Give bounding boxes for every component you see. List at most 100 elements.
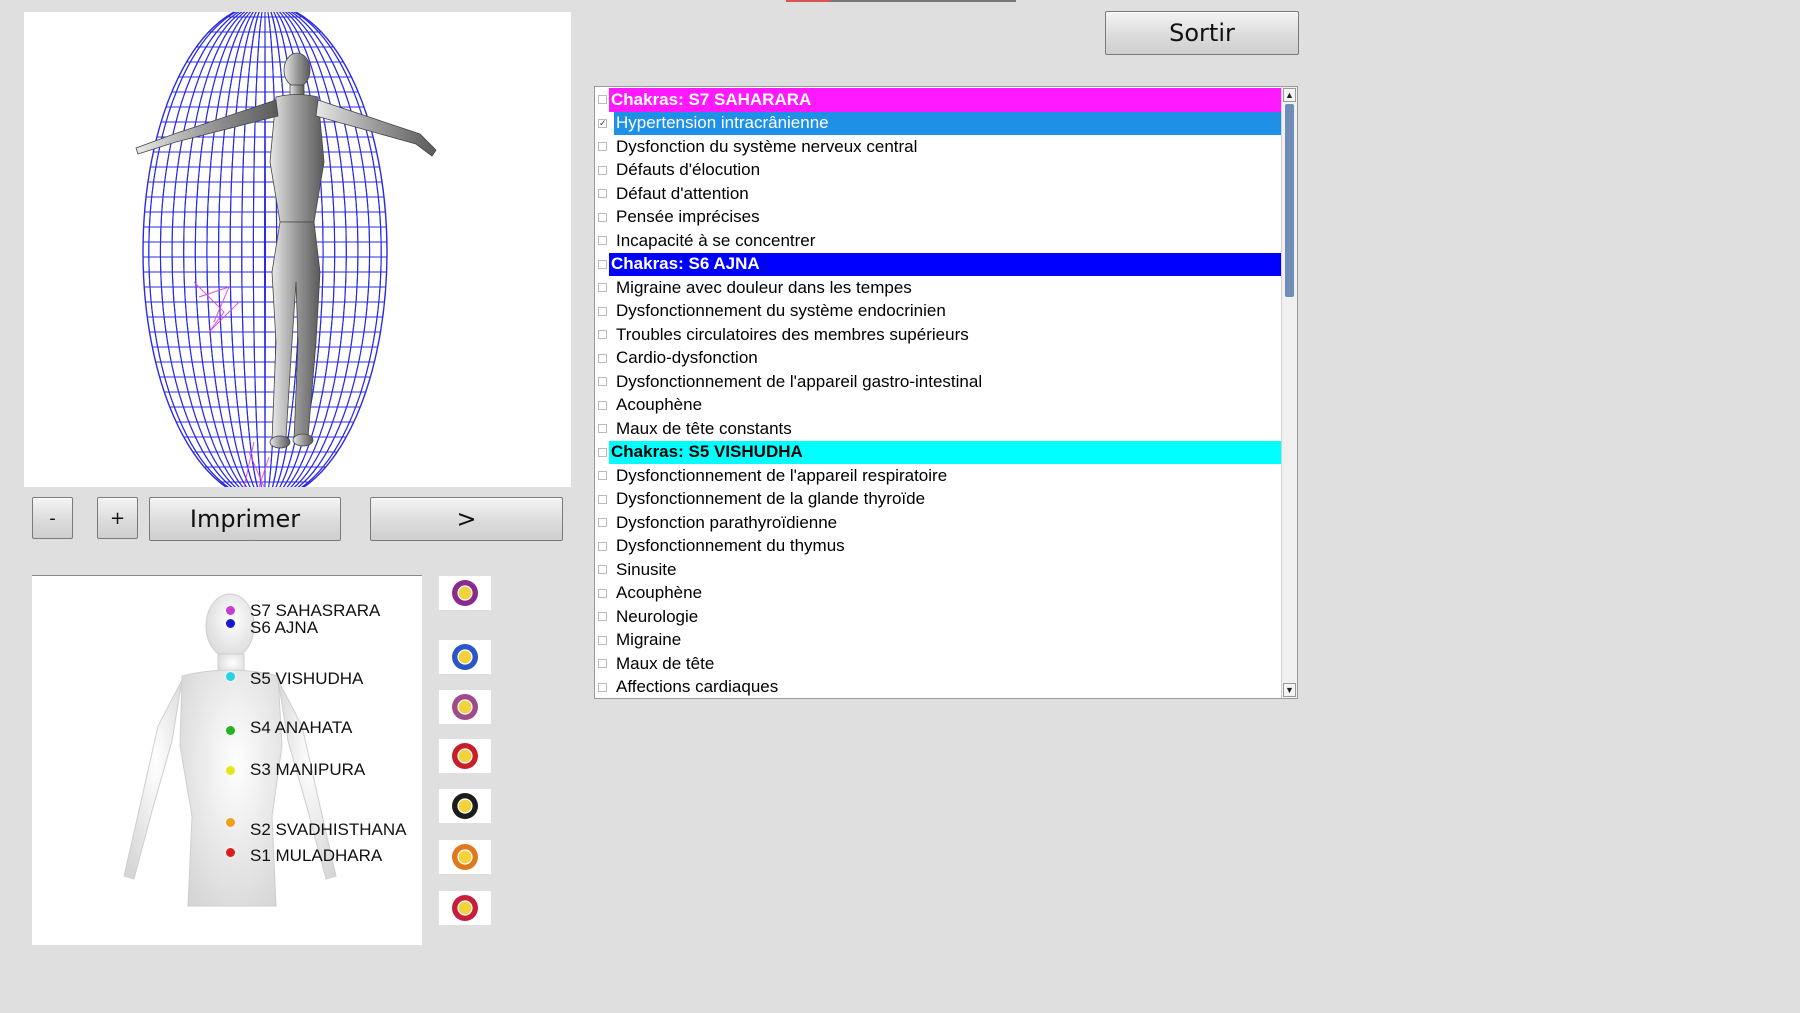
zoom-out-button[interactable]: -	[32, 497, 73, 539]
list-scrollbar[interactable]: ▲ ▼	[1281, 87, 1297, 698]
list-item[interactable]: Maux de tête constants	[595, 417, 1281, 441]
anahata-symbol-icon[interactable]	[439, 739, 491, 773]
list-group-header[interactable]: Chakras: S5 VISHUDHA	[595, 440, 1281, 464]
svadhisthana-symbol-icon[interactable]	[439, 840, 491, 874]
scroll-down-arrow-icon[interactable]: ▼	[1283, 683, 1296, 697]
item-checkbox[interactable]	[598, 189, 607, 199]
next-button[interactable]: >	[370, 497, 563, 541]
list-item[interactable]: Troubles circulatoires des membres supér…	[595, 323, 1281, 347]
item-checkbox[interactable]	[598, 353, 607, 363]
item-checkbox[interactable]	[598, 236, 607, 246]
list-group-header[interactable]: Chakras: S6 AJNA	[595, 252, 1281, 276]
item-checkbox[interactable]	[598, 142, 607, 152]
item-checkbox[interactable]	[598, 518, 607, 528]
item-checkbox[interactable]: ✓	[598, 118, 607, 128]
symptom-list[interactable]: Chakras: S7 SAHARARA ✓ Hypertension intrac…	[594, 86, 1298, 699]
scroll-thumb[interactable]	[1285, 104, 1294, 297]
list-item[interactable]: ✓ Hypertension intracrânienne	[595, 111, 1281, 135]
list-item[interactable]: Neurologie	[595, 605, 1281, 629]
vishudha-symbol-icon[interactable]	[439, 690, 491, 724]
list-item[interactable]: Affections cardiaques	[595, 676, 1281, 699]
item-checkbox[interactable]	[598, 165, 607, 175]
chakra-dot-s1	[226, 848, 235, 857]
item-checkbox[interactable]	[598, 95, 607, 105]
list-item[interactable]: Dysfonction parathyroïdienne	[595, 511, 1281, 535]
list-item[interactable]: Cardio-dysfonction	[595, 347, 1281, 371]
item-checkbox[interactable]	[598, 424, 607, 434]
list-item[interactable]: Dysfonction du système nerveux central	[595, 135, 1281, 159]
item-label: Maux de tête	[616, 653, 715, 673]
manipura-symbol-icon[interactable]	[439, 789, 491, 823]
item-label: Neurologie	[616, 606, 699, 626]
item-label: Hypertension intracrânienne	[614, 111, 1281, 135]
item-label: Dysfonctionnement de l'appareil gastro-i…	[616, 371, 983, 391]
list-item[interactable]: Dysfonctionnement de la glande thyroïde	[595, 488, 1281, 512]
item-checkbox[interactable]	[598, 377, 607, 387]
item-checkbox[interactable]	[598, 306, 607, 316]
item-checkbox[interactable]	[598, 259, 607, 269]
item-checkbox[interactable]	[598, 494, 607, 504]
chakra-label-s6: S6 AJNA	[250, 618, 319, 637]
item-label: Affections cardiaques	[616, 677, 779, 697]
list-item[interactable]: Pensée imprécises	[595, 206, 1281, 230]
item-label: Dysfonctionnement du système endocrinien	[616, 301, 946, 321]
item-label: Acouphène	[616, 395, 703, 415]
item-label: Dysfonction du système nerveux central	[616, 136, 918, 156]
group-header-label: Chakras: S7 SAHARARA	[609, 88, 1281, 112]
top-progress-fill	[786, 0, 830, 2]
item-checkbox[interactable]	[598, 283, 607, 293]
chakra-label-s2: S2 SVADHISTHANA	[250, 820, 407, 839]
ajna-symbol-icon[interactable]	[439, 640, 491, 674]
exit-button[interactable]: Sortir	[1105, 11, 1299, 55]
chakra-body-map: S7 SAHASRARA S6 AJNA S5 VISHUDHA S4 ANAH…	[32, 575, 422, 945]
list-item[interactable]: Défaut d'attention	[595, 182, 1281, 206]
zoom-in-button[interactable]: +	[97, 497, 138, 539]
item-checkbox[interactable]	[598, 635, 607, 645]
item-checkbox[interactable]	[598, 330, 607, 340]
body-3d-viewer[interactable]	[24, 12, 571, 487]
chakra-dot-s4	[226, 726, 235, 735]
list-item[interactable]: Acouphène	[595, 582, 1281, 606]
item-checkbox[interactable]	[598, 447, 607, 457]
item-label: Défauts d'élocution	[616, 160, 761, 180]
list-item[interactable]: Maux de tête	[595, 652, 1281, 676]
sahasrara-symbol-icon[interactable]	[439, 576, 491, 610]
list-item[interactable]: Migraine avec douleur dans les tempes	[595, 276, 1281, 300]
item-checkbox[interactable]	[598, 400, 607, 410]
list-item[interactable]: Dysfonctionnement du système endocrinien	[595, 300, 1281, 324]
list-item[interactable]: Dysfonctionnement de l'appareil respirat…	[595, 464, 1281, 488]
item-label: Acouphène	[616, 583, 703, 603]
human-model	[135, 52, 437, 449]
item-checkbox[interactable]	[598, 212, 607, 222]
print-button[interactable]: Imprimer	[149, 497, 341, 541]
item-label: Dysfonctionnement de l'appareil respirat…	[616, 465, 948, 485]
chakra-dot-s5	[226, 672, 235, 681]
scroll-up-arrow-icon[interactable]: ▲	[1283, 88, 1296, 102]
list-item[interactable]: Défauts d'élocution	[595, 159, 1281, 183]
group-header-label: Chakras: S5 VISHUDHA	[609, 440, 1281, 464]
item-label: Défaut d'attention	[616, 183, 749, 203]
item-checkbox[interactable]	[598, 471, 607, 481]
item-checkbox[interactable]	[598, 682, 607, 692]
muladhara-symbol-icon[interactable]	[439, 891, 491, 925]
item-label: Sinusite	[616, 559, 677, 579]
chakra-label-s5: S5 VISHUDHA	[250, 669, 364, 688]
item-checkbox[interactable]	[598, 612, 607, 622]
item-label: Migraine	[616, 630, 682, 650]
list-item[interactable]: Migraine	[595, 629, 1281, 653]
list-item[interactable]: Acouphène	[595, 394, 1281, 418]
item-label: Incapacité à se concentrer	[616, 230, 816, 250]
list-item[interactable]: Sinusite	[595, 558, 1281, 582]
chakra-dot-s7	[226, 606, 235, 615]
list-item[interactable]: Incapacité à se concentrer	[595, 229, 1281, 253]
item-checkbox[interactable]	[598, 659, 607, 669]
list-item[interactable]: Dysfonctionnement du thymus	[595, 535, 1281, 559]
item-checkbox[interactable]	[598, 541, 607, 551]
item-checkbox[interactable]	[598, 565, 607, 575]
chakra-dot-s6	[226, 619, 235, 628]
item-label: Pensée imprécises	[616, 207, 760, 227]
list-item[interactable]: Dysfonctionnement de l'appareil gastro-i…	[595, 370, 1281, 394]
list-group-header[interactable]: Chakras: S7 SAHARARA	[595, 88, 1281, 112]
item-checkbox[interactable]	[598, 588, 607, 598]
item-label: Cardio-dysfonction	[616, 348, 758, 368]
